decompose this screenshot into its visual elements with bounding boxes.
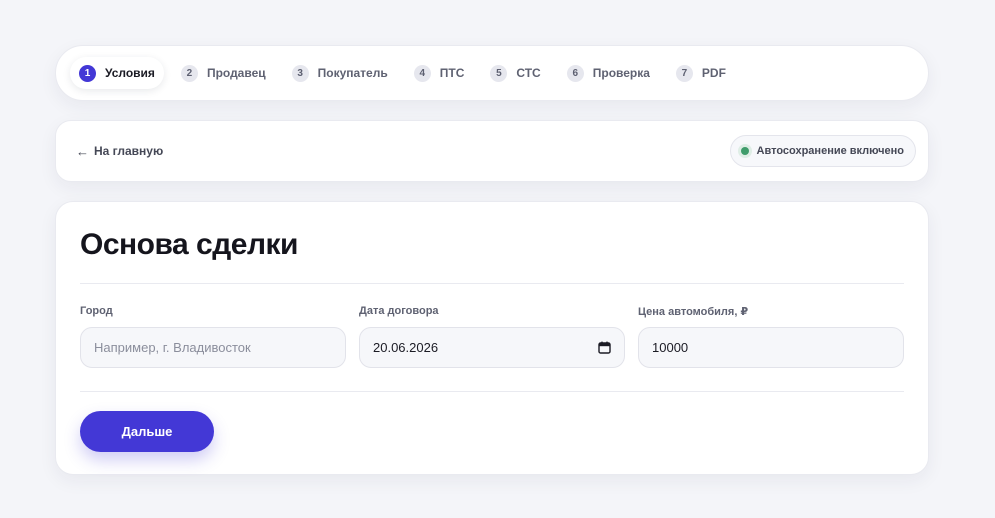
price-field-group: Цена автомобиля, ₽: [638, 305, 904, 368]
price-input[interactable]: [652, 340, 890, 355]
step-pts[interactable]: 4 ПТС: [405, 57, 474, 89]
next-button[interactable]: Дальше: [80, 411, 214, 452]
step-label: Условия: [105, 66, 155, 80]
city-field-group: Город: [80, 305, 346, 368]
back-link-label: На главную: [94, 144, 164, 158]
step-label: СТС: [516, 66, 541, 80]
step-label: Покупатель: [317, 66, 388, 80]
step-pdf[interactable]: 7 PDF: [667, 57, 735, 89]
step-number: 1: [79, 64, 96, 82]
step-sts[interactable]: 5 СТС: [481, 57, 549, 89]
step-number: 3: [291, 64, 309, 82]
calendar-icon[interactable]: [598, 341, 611, 354]
price-label: Цена автомобиля, ₽: [638, 306, 749, 318]
step-conditions[interactable]: 1 Условия: [70, 57, 164, 89]
divider: [80, 283, 904, 284]
price-input-wrapper: [638, 327, 904, 368]
date-field-group: Дата договора 20.06.2026: [359, 305, 625, 368]
step-label: Проверка: [592, 66, 650, 80]
date-label: Дата договора: [359, 305, 439, 317]
deal-basics-form: Основа сделки Город Дата договора 20.06.…: [55, 201, 929, 475]
step-number: 4: [413, 64, 431, 82]
stepper: 1 Условия 2 Продавец 3 Покупатель 4 ПТС …: [55, 45, 929, 101]
step-label: ПТС: [439, 66, 465, 80]
step-number: 2: [180, 64, 198, 82]
city-label: Город: [80, 305, 113, 317]
contract-date-input[interactable]: 20.06.2026: [359, 327, 625, 368]
autosave-badge: Автосохранение включено: [729, 135, 916, 167]
contract-date-value: 20.06.2026: [373, 340, 439, 355]
step-number: 6: [566, 64, 584, 82]
divider: [80, 391, 904, 392]
step-number: 5: [490, 64, 508, 82]
form-fields: Город Дата договора 20.06.2026 Цена авто…: [80, 305, 904, 368]
arrow-left-icon: ←: [76, 143, 89, 159]
nav-bar: ← На главную Автосохранение включено: [55, 120, 929, 182]
city-input-wrapper: [80, 327, 346, 368]
page-title: Основа сделки: [80, 228, 298, 261]
status-dot-icon: [740, 147, 749, 155]
step-seller[interactable]: 2 Продавец: [172, 57, 275, 89]
city-input[interactable]: [94, 340, 332, 355]
autosave-label: Автосохранение включено: [756, 145, 904, 157]
step-label: Продавец: [206, 66, 266, 80]
step-label: PDF: [701, 66, 726, 80]
step-buyer[interactable]: 3 Покупатель: [283, 57, 397, 89]
back-to-home-link[interactable]: ← На главную: [76, 144, 163, 159]
step-review[interactable]: 6 Проверка: [558, 57, 659, 89]
step-number: 7: [675, 64, 693, 82]
